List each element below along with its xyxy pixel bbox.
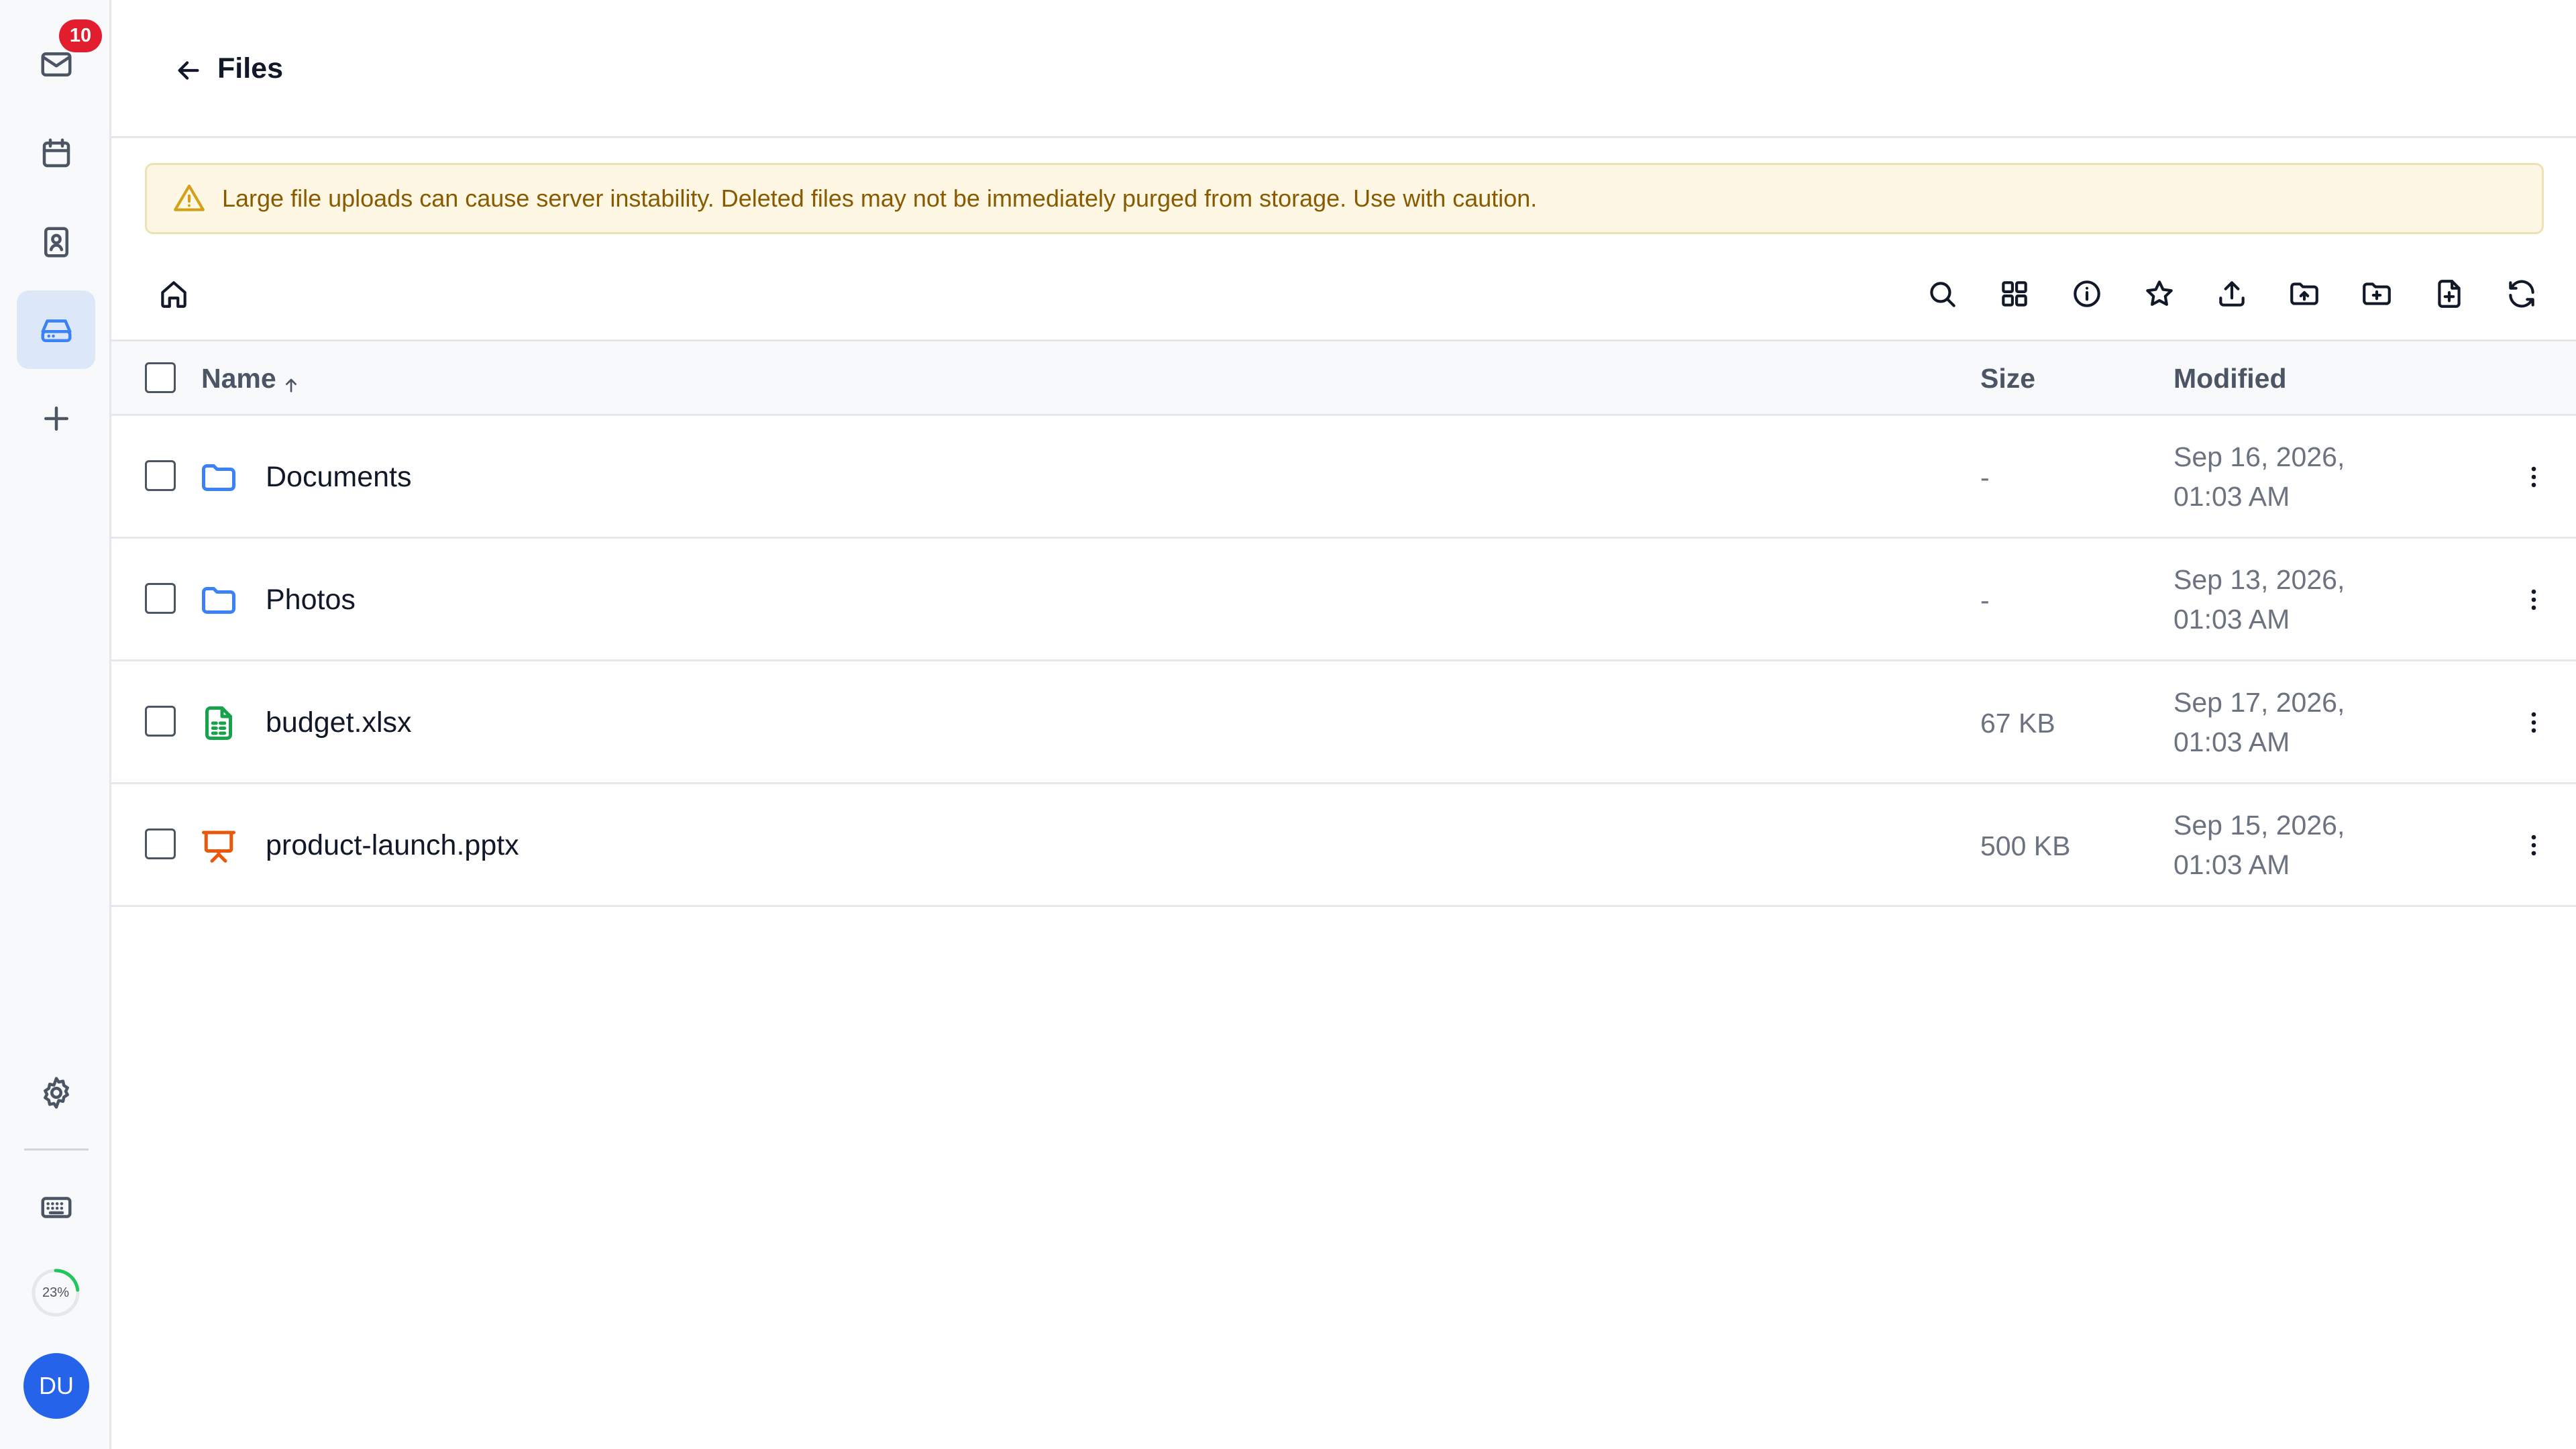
star-icon <box>2146 280 2173 306</box>
sidebar: 10 23% DU <box>0 0 111 1449</box>
info-icon <box>2074 280 2100 307</box>
search-button[interactable] <box>1920 272 1964 316</box>
sidebar-divider <box>24 1148 89 1150</box>
more-vertical-icon <box>2531 466 2536 488</box>
folder-icon <box>199 580 239 621</box>
drive-icon <box>41 319 71 342</box>
info-button[interactable] <box>2065 272 2109 316</box>
calendar-button[interactable] <box>17 114 95 193</box>
row-actions-button[interactable] <box>2512 578 2556 622</box>
file-size: 500 KB <box>1980 830 2071 861</box>
upload-folder-icon <box>2290 282 2318 305</box>
gear-icon <box>43 1076 69 1109</box>
upload-button[interactable] <box>2210 272 2254 316</box>
mail-icon <box>41 52 71 76</box>
table-row[interactable]: budget.xlsx 67 KB Sep 17, 2026, 01:03 AM <box>111 661 2576 784</box>
name-column-header[interactable]: Name <box>201 362 302 395</box>
quota-percent-label: 23% <box>42 1285 70 1300</box>
row-checkbox[interactable] <box>145 706 176 737</box>
row-actions-button[interactable] <box>2512 823 2556 867</box>
file-modified: Sep 13, 2026, 01:03 AM <box>2174 564 2345 635</box>
folder-icon <box>199 458 239 498</box>
refresh-icon <box>2509 280 2534 308</box>
new-file-button[interactable] <box>2427 272 2471 316</box>
file-size: - <box>1980 462 1990 493</box>
upload-folder-button[interactable] <box>2282 272 2326 316</box>
file-name[interactable]: product-launch.pptx <box>266 827 519 863</box>
file-name[interactable]: budget.xlsx <box>266 704 412 741</box>
mail-unread-badge: 10 <box>59 19 102 52</box>
modified-column-header[interactable]: Modified <box>2174 362 2287 395</box>
contacts-button[interactable] <box>17 203 95 281</box>
user-avatar[interactable]: DU <box>23 1353 89 1419</box>
file-name[interactable]: Photos <box>266 582 356 618</box>
new-file-icon <box>2438 280 2461 308</box>
more-vertical-icon <box>2531 835 2536 856</box>
home-button[interactable] <box>152 272 196 316</box>
search-icon <box>1930 282 1955 307</box>
grid-view-icon <box>2002 281 2027 307</box>
spreadsheet-file-icon <box>199 703 239 743</box>
add-app-button[interactable] <box>17 379 95 458</box>
plus-icon <box>44 406 68 431</box>
presentation-file-icon <box>199 826 239 866</box>
home-icon <box>161 281 186 308</box>
warning-icon <box>174 184 205 211</box>
storage-quota-indicator[interactable]: 23% <box>28 1265 83 1320</box>
upload-icon <box>2219 281 2245 307</box>
favorite-button[interactable] <box>2137 272 2182 316</box>
select-all-checkbox[interactable] <box>145 362 176 393</box>
arrow-left-icon <box>178 61 199 80</box>
contacts-icon <box>44 227 68 257</box>
table-row[interactable]: Documents - Sep 16, 2026, 01:03 AM <box>111 416 2576 539</box>
row-checkbox[interactable] <box>145 583 176 614</box>
keyboard-shortcuts-button[interactable] <box>17 1168 95 1246</box>
grid-view-button[interactable] <box>1992 272 2037 316</box>
file-name[interactable]: Documents <box>266 459 411 495</box>
size-column-header[interactable]: Size <box>1980 362 2035 395</box>
row-actions-button[interactable] <box>2512 700 2556 745</box>
page-title: Files <box>217 52 283 85</box>
more-vertical-icon <box>2531 589 2536 610</box>
file-modified: Sep 17, 2026, 01:03 AM <box>2174 687 2345 757</box>
new-folder-icon <box>2363 282 2391 305</box>
file-modified: Sep 15, 2026, 01:03 AM <box>2174 810 2345 880</box>
sort-ascending-icon <box>280 370 302 392</box>
header: Files <box>111 0 2576 138</box>
table-row[interactable]: product-launch.pptx 500 KB Sep 15, 2026,… <box>111 784 2576 907</box>
file-size: - <box>1980 585 1990 616</box>
row-actions-button[interactable] <box>2512 455 2556 499</box>
row-checkbox[interactable] <box>145 460 176 491</box>
table-header: Name Size Modified <box>111 339 2576 416</box>
drive-button[interactable] <box>17 290 95 369</box>
warning-banner: Large file uploads can cause server inst… <box>145 163 2544 234</box>
new-folder-button[interactable] <box>2355 272 2399 316</box>
name-column-label: Name <box>201 363 276 394</box>
keyboard-icon <box>41 1196 71 1218</box>
calendar-icon <box>42 138 70 167</box>
refresh-button[interactable] <box>2500 272 2544 316</box>
settings-button[interactable] <box>17 1053 95 1132</box>
warning-banner-text: Large file uploads can cause server inst… <box>222 184 1538 212</box>
back-button[interactable] <box>166 48 211 93</box>
table-row[interactable]: Photos - Sep 13, 2026, 01:03 AM <box>111 539 2576 661</box>
file-modified: Sep 16, 2026, 01:03 AM <box>2174 441 2345 512</box>
file-size: 67 KB <box>1980 708 2055 739</box>
row-checkbox[interactable] <box>145 828 176 859</box>
more-vertical-icon <box>2531 712 2536 733</box>
